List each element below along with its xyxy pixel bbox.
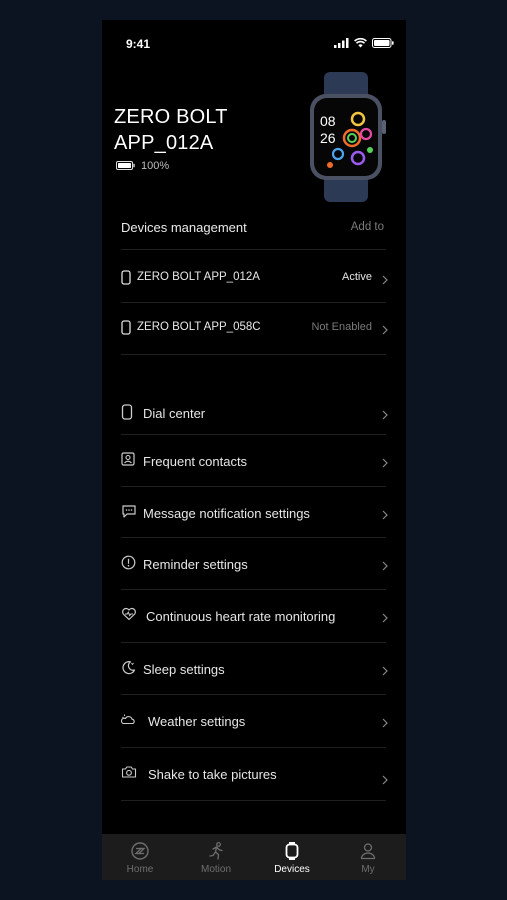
watch-image: 08 26 [306,72,390,207]
devices-management-title: Devices management [121,220,247,235]
menu-item-label: Dial center [143,406,206,421]
tab-motion[interactable]: Motion [178,834,254,880]
chevron-right-icon [382,610,388,628]
divider [121,642,386,643]
chevron-right-icon [382,772,388,790]
contact-card-icon [121,452,135,471]
menu-item-frequent-contacts[interactable]: Frequent contacts [121,450,388,474]
moon-icon [121,660,136,680]
chevron-right-icon [382,663,388,681]
tab-label: My [361,864,375,875]
chevron-right-icon [382,322,388,340]
menu-item-label: Sleep settings [143,662,225,677]
tab-bar: Home Motion Devices My [102,834,406,880]
phone-screen: 9:41 ZERO BOLT APP_012A 100% 08 26 Devic… [102,20,406,880]
menu-item-shake-pictures[interactable]: Shake to take pictures [121,763,388,787]
status-icons [334,38,394,48]
divider [121,486,386,487]
tab-my[interactable]: My [330,834,406,880]
menu-item-label: Reminder settings [143,557,248,572]
device-name: ZERO BOLT APP_012A [114,106,228,154]
add-device-button[interactable]: Add to [351,221,384,233]
running-icon [206,841,226,866]
divider [121,434,386,435]
watch-icon [121,404,133,425]
tab-devices[interactable]: Devices [254,834,330,880]
watch-hour: 08 [320,113,336,129]
divider [121,302,386,303]
divider [121,537,386,538]
menu-item-label: Message notification settings [143,506,310,521]
menu-item-label: Frequent contacts [143,454,248,469]
menu-item-label: Shake to take pictures [148,767,277,782]
battery-status-icon [372,38,394,48]
chevron-right-icon [382,507,388,525]
menu-item-reminder-settings[interactable]: Reminder settings [121,553,388,577]
signal-icon [334,38,349,48]
device-name-label: ZERO BOLT APP_058C [137,321,261,333]
heart-pulse-icon [121,607,137,626]
status-bar: 9:41 [102,20,406,64]
chevron-right-icon [382,407,388,425]
chevron-right-icon [382,272,388,290]
chevron-right-icon [382,455,388,473]
user-icon [358,841,378,866]
device-row-012a[interactable]: ZERO BOLT APP_012A Active [121,268,388,290]
home-logo-icon [130,841,150,866]
chevron-right-icon [382,558,388,576]
battery-row: 100% [116,157,169,175]
divider [121,694,386,695]
menu-item-label: Weather settings [148,714,246,729]
camera-icon [121,765,137,784]
exclamation-circle-icon [121,555,136,575]
wifi-icon [354,38,367,48]
watch-icon [121,320,131,340]
divider [121,589,386,590]
device-name-label: ZERO BOLT APP_012A [137,271,260,283]
divider [121,249,386,250]
divider [121,747,386,748]
weather-icon [120,712,137,731]
device-status-not-enabled: Not Enabled [311,321,372,333]
divider [121,800,386,801]
message-bubble-icon [121,504,137,524]
status-time: 9:41 [126,37,151,51]
menu-item-label: Continuous heart rate monitoring [146,609,336,624]
watch-icon [282,841,302,866]
tab-label: Devices [274,864,310,875]
menu-item-sleep-settings[interactable]: Sleep settings [121,658,388,682]
battery-icon [116,157,135,175]
divider [121,354,386,355]
tab-label: Home [126,864,154,875]
watch-icon [121,270,131,290]
device-status-active: Active [342,271,372,283]
device-header: ZERO BOLT APP_012A 100% 08 26 [102,64,406,214]
battery-percent: 100% [141,160,170,172]
tab-label: Motion [200,864,231,875]
watch-minute: 26 [320,130,336,146]
menu-item-message-notification[interactable]: Message notification settings [121,502,388,526]
menu-item-dial-center[interactable]: Dial center [121,402,388,426]
device-row-058c[interactable]: ZERO BOLT APP_058C Not Enabled [121,318,388,340]
menu-item-heart-rate[interactable]: Continuous heart rate monitoring [121,605,388,629]
chevron-right-icon [382,715,388,733]
menu-item-weather-settings[interactable]: Weather settings [120,710,388,734]
tab-home[interactable]: Home [102,834,178,880]
